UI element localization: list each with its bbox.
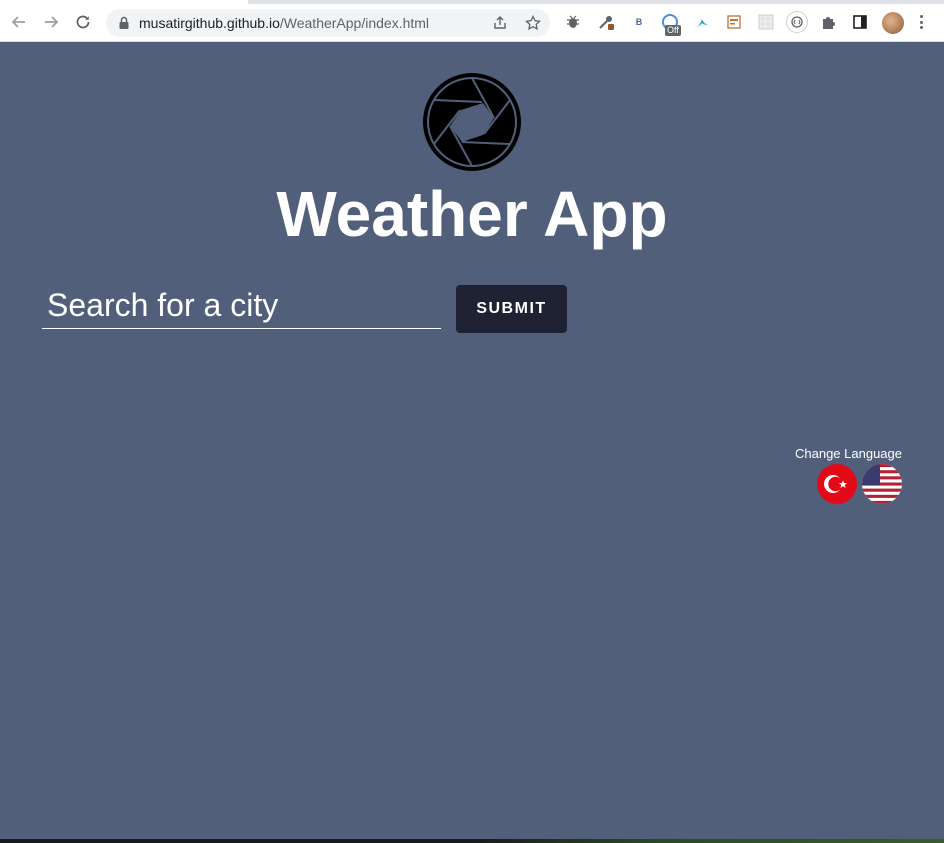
tab-strip <box>0 0 944 4</box>
turkish-flag-icon[interactable] <box>817 464 857 504</box>
back-icon[interactable] <box>8 11 30 33</box>
puzzle-extensions-icon[interactable] <box>819 12 839 32</box>
share-icon[interactable] <box>491 14 509 32</box>
reload-icon[interactable] <box>72 11 94 33</box>
camera-aperture-logo-icon <box>422 72 522 172</box>
url-text[interactable]: musatirgithub.github.io/WeatherApp/index… <box>139 15 429 31</box>
url-path: /WeatherApp/index.html <box>279 15 430 31</box>
bug-extension-icon[interactable] <box>563 12 583 32</box>
browser-toolbar: musatirgithub.github.io/WeatherApp/index… <box>0 0 944 42</box>
bird-extension-icon[interactable] <box>692 12 712 32</box>
address-bar[interactable]: musatirgithub.github.io/WeatherApp/index… <box>106 9 550 37</box>
url-host: musatirgithub.github.io <box>139 15 280 31</box>
circle-extension-icon[interactable] <box>786 11 808 33</box>
taskbar-edge <box>0 839 944 843</box>
us-flag-icon[interactable] <box>862 464 902 504</box>
active-tab-edge[interactable] <box>0 0 248 4</box>
submit-button[interactable]: SUBMIT <box>456 285 567 333</box>
search-input[interactable] <box>42 283 441 327</box>
window-extension-icon[interactable] <box>724 12 744 32</box>
search-field <box>42 283 441 329</box>
lock-icon[interactable] <box>116 15 132 31</box>
grid-extension-icon[interactable] <box>756 12 776 32</box>
profile-avatar[interactable] <box>882 12 904 34</box>
off-badge: Off <box>665 25 681 36</box>
side-panel-icon[interactable] <box>850 12 870 32</box>
change-language-label: Change Language <box>795 446 902 461</box>
bookmark-star-icon[interactable] <box>524 14 542 32</box>
b-extension-icon[interactable]: B <box>629 12 649 32</box>
menu-icon[interactable] <box>914 12 928 32</box>
eyedropper-extension-icon[interactable] <box>596 12 616 32</box>
app-title: Weather App <box>276 178 668 250</box>
forward-icon[interactable] <box>40 11 62 33</box>
